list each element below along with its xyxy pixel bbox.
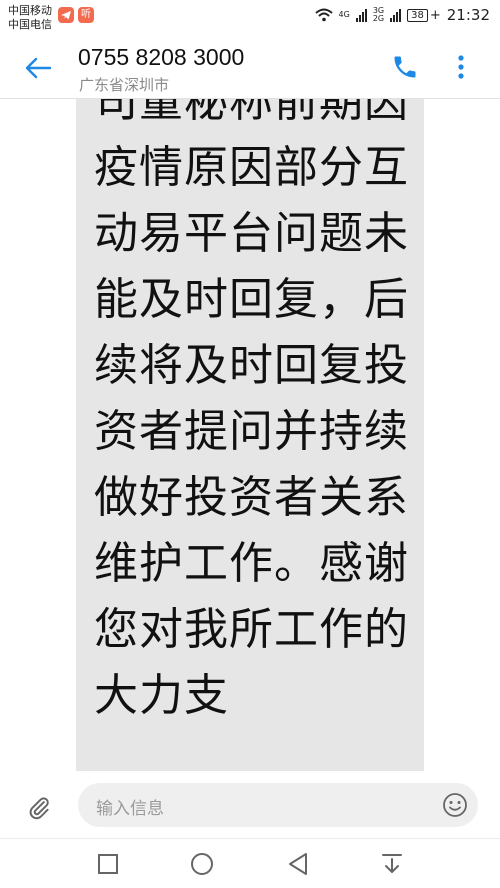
square-icon bbox=[98, 854, 118, 874]
call-button[interactable] bbox=[388, 50, 422, 84]
battery-level: 38 bbox=[407, 8, 428, 22]
message-bubble[interactable]: 司董秘称前期因疫情原因部分互动易平台问题未能及时回复，后续将及时回复投资者提问并… bbox=[76, 99, 424, 771]
signal-3g-icon bbox=[390, 8, 402, 22]
wifi-icon bbox=[314, 8, 333, 22]
battery-indicator: 38 + bbox=[407, 8, 441, 23]
attach-button[interactable] bbox=[22, 791, 56, 825]
conversation-header: 0755 8208 3000 广东省深圳市 bbox=[0, 36, 500, 98]
more-vert-icon bbox=[458, 55, 464, 79]
download-icon bbox=[382, 854, 402, 873]
back-button[interactable] bbox=[20, 50, 56, 86]
phone-icon bbox=[394, 56, 416, 78]
more-options-button[interactable] bbox=[446, 50, 476, 84]
signal-4g-icon bbox=[355, 8, 367, 22]
status-app-icons: 听 bbox=[58, 7, 94, 23]
notifications-pulldown-button[interactable] bbox=[378, 851, 406, 877]
contact-number: 0755 8208 3000 bbox=[78, 44, 245, 70]
message-input-placeholder: 输入信息 bbox=[96, 799, 164, 819]
back-nav-button[interactable] bbox=[284, 851, 312, 877]
emoji-icon bbox=[443, 793, 467, 817]
triangle-back-icon bbox=[289, 853, 307, 875]
message-input[interactable]: 输入信息 bbox=[78, 783, 478, 827]
message-text: 司董秘称前期因疫情原因部分互动易平台问题未能及时回复，后续将及时回复投资者提问并… bbox=[94, 99, 409, 721]
ting-app-icon: 听 bbox=[78, 7, 94, 23]
emoji-button[interactable] bbox=[440, 790, 470, 820]
clock: 21:32 bbox=[446, 6, 490, 24]
compose-bar: 输入信息 bbox=[0, 771, 500, 838]
carrier-1: 中国移动 bbox=[8, 4, 52, 17]
paperclip-icon bbox=[29, 797, 49, 820]
recents-button[interactable] bbox=[94, 851, 122, 877]
back-arrow-icon bbox=[25, 57, 52, 79]
system-nav-bar bbox=[0, 838, 500, 888]
circle-icon bbox=[191, 853, 213, 875]
telegram-icon bbox=[58, 7, 74, 23]
message-list[interactable]: 司董秘称前期因疫情原因部分互动易平台问题未能及时回复，后续将及时回复投资者提问并… bbox=[0, 99, 500, 771]
home-button[interactable] bbox=[188, 851, 216, 877]
status-indicators: 4G 3G 2G 38 + 21:32 bbox=[314, 6, 490, 24]
carrier-info: 中国移动 中国电信 bbox=[8, 4, 52, 32]
network-3g-label: 3G 2G bbox=[372, 6, 385, 23]
charging-icon: + bbox=[429, 7, 441, 23]
status-bar: 中国移动 中国电信 听 4G 3G 2G 38 + 21:32 bbox=[0, 0, 500, 36]
contact-location: 广东省深圳市 bbox=[79, 76, 170, 94]
network-4g-label: 4G bbox=[338, 10, 350, 19]
carrier-2: 中国电信 bbox=[8, 18, 52, 31]
